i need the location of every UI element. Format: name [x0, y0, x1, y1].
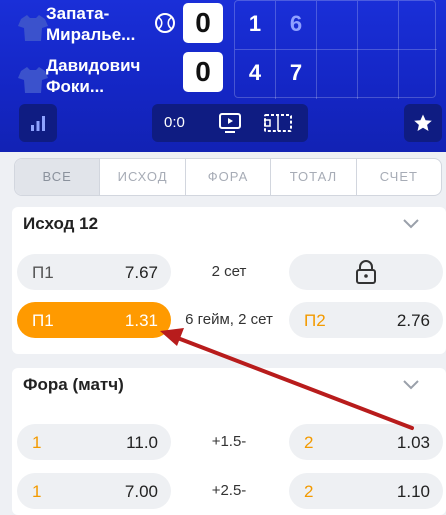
- market-line: 2 сет: [211, 263, 247, 280]
- star-icon: [414, 114, 432, 131]
- stats-button[interactable]: [19, 104, 57, 142]
- player-1-name: Запата-Миралье...: [46, 4, 136, 44]
- set-scores: 1 6 4 7: [234, 0, 437, 99]
- player-2-set-1: 4: [248, 60, 262, 85]
- odd-button[interactable]: 1 7.00: [17, 473, 171, 509]
- market-line: +2.5-: [211, 482, 247, 499]
- tab-all[interactable]: ВСЕ: [15, 159, 101, 195]
- odd-label: 1: [32, 433, 42, 452]
- stats-bars-icon: [31, 116, 45, 131]
- market-title: Фора (матч): [23, 375, 124, 394]
- lock-icon: [356, 260, 376, 284]
- player-2-game-score: 0: [183, 52, 223, 92]
- market-outcome-12: Исход 12 П1 7.67 2 сет П1 1.31 6 гейм, 2…: [12, 207, 446, 354]
- odd-label: 1: [32, 482, 42, 501]
- odd-label: П1: [32, 311, 54, 330]
- odd-button[interactable]: П1 7.67: [17, 254, 171, 290]
- market-filter-tabs: ВСЕ ИСХОД ФОРА ТОТАЛ СЧЕТ: [14, 158, 442, 196]
- odd-value: 11.0: [126, 433, 158, 452]
- market-line: 6 гейм, 2 сет: [185, 311, 273, 328]
- market-line: +1.5-: [211, 433, 247, 450]
- tab-handicap[interactable]: ФОРА: [186, 159, 272, 195]
- market-handicap-match: Фора (матч) 1 11.0 +1.5- 2 1.03 1 7.00 +…: [12, 368, 446, 515]
- tennis-ball-icon: [155, 13, 175, 33]
- field-icon[interactable]: [264, 113, 292, 133]
- odd-value: 7.67: [124, 263, 158, 282]
- tab-score[interactable]: СЧЕТ: [357, 159, 441, 195]
- odd-button-selected[interactable]: П1 1.31: [17, 302, 171, 338]
- player-2: Давидович Фоки...: [12, 55, 152, 99]
- odd-value: 7.00: [124, 482, 158, 501]
- control-score[interactable]: 0:0: [164, 114, 185, 131]
- player-1-set-1: 1: [248, 11, 262, 36]
- tv-play-icon[interactable]: [218, 112, 242, 134]
- match-controls: 0:0: [152, 104, 308, 142]
- odd-value: 1.31: [124, 311, 158, 330]
- odd-button[interactable]: 2 1.10: [289, 473, 443, 509]
- odd-label: 2: [304, 433, 314, 452]
- player-1-game-score: 0: [183, 3, 223, 43]
- odd-value: 2.76: [396, 311, 430, 330]
- chevron-down-icon[interactable]: [402, 377, 420, 391]
- market-title: Исход 12: [23, 214, 99, 233]
- match-header: Запата-Миралье... Давидович Фоки... 0 0 …: [0, 0, 446, 152]
- team-shirt-icon: [18, 67, 48, 93]
- odd-button[interactable]: 2 1.03: [289, 424, 443, 460]
- odd-button[interactable]: 1 11.0: [17, 424, 171, 460]
- favorite-button[interactable]: [404, 104, 442, 142]
- chevron-down-icon[interactable]: [402, 216, 420, 230]
- tab-outcome[interactable]: ИСХОД: [100, 159, 186, 195]
- player-1-set-2: 6: [289, 11, 303, 36]
- odd-label: П2: [304, 311, 326, 330]
- odd-button-locked: [289, 254, 443, 290]
- odd-label: 2: [304, 482, 314, 501]
- player-1: Запата-Миралье...: [12, 3, 152, 47]
- team-shirt-icon: [18, 15, 48, 41]
- tab-total[interactable]: ТОТАЛ: [271, 159, 357, 195]
- odd-value: 1.03: [396, 433, 430, 452]
- odd-button[interactable]: П2 2.76: [289, 302, 443, 338]
- player-2-set-2: 7: [289, 60, 303, 85]
- odd-label: П1: [32, 263, 54, 282]
- odd-value: 1.10: [396, 482, 430, 501]
- player-2-name: Давидович Фоки...: [46, 56, 141, 96]
